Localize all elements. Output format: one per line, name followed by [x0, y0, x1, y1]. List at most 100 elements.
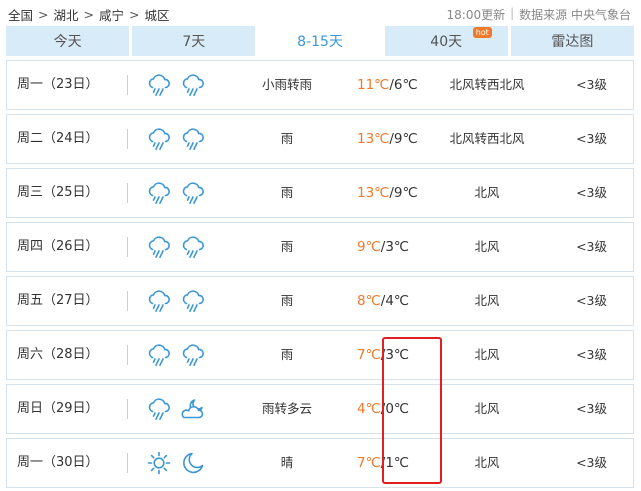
- moon-icon: [180, 450, 206, 480]
- forecast-row: 周三（25日） 雨 13℃/9℃ 北风 <3级: [6, 168, 634, 218]
- tab-40-days[interactable]: 40天 hot: [384, 26, 508, 56]
- data-source: 数据来源 中央气象台: [519, 8, 631, 22]
- breadcrumb-city[interactable]: 咸宁: [99, 5, 124, 24]
- update-info: 18:00更新 | 数据来源 中央气象台: [446, 6, 631, 22]
- forecast-row: 周四（26日） 雨 9℃/3℃ 北风 <3级: [6, 222, 634, 272]
- rain-cloud-icon: [180, 342, 206, 372]
- breadcrumb-country[interactable]: 全国: [8, 5, 33, 24]
- weather-icons: [146, 72, 206, 102]
- forecast-day: 周五（27日）: [17, 293, 99, 308]
- wind-direction: 北风: [474, 293, 500, 308]
- wind-level: <3级: [576, 455, 607, 470]
- rain-cloud-icon: [146, 342, 172, 372]
- high-temp: 7℃: [357, 347, 381, 363]
- wind-level: <3级: [576, 293, 607, 308]
- forecast-row: 周一（30日）晴 7℃/1℃ 北风 <3级: [6, 438, 634, 488]
- rain-cloud-icon: [146, 126, 172, 156]
- weather-icons: [146, 234, 206, 264]
- rain-cloud-icon: [146, 396, 172, 426]
- weather-description: 雨: [280, 293, 294, 308]
- weather-icons: [146, 180, 206, 210]
- breadcrumb-separator: >: [38, 7, 49, 22]
- forecast-day: 周二（24日）: [17, 131, 99, 146]
- weather-icons: [146, 396, 206, 426]
- rain-cloud-icon: [180, 126, 206, 156]
- tab-today[interactable]: 今天: [6, 26, 130, 56]
- wind-direction: 北风: [474, 239, 500, 254]
- temperature: 13℃/9℃: [357, 185, 418, 201]
- row-divider: [127, 183, 128, 203]
- wind-direction: 北风: [474, 347, 500, 362]
- moon-cloud-icon: [180, 396, 206, 426]
- breadcrumb-district: 城区: [144, 8, 170, 23]
- weather-description: 雨: [280, 131, 294, 146]
- forecast-row: 周五（27日） 雨 8℃/4℃ 北风 <3级: [6, 276, 634, 326]
- weather-description: 雨: [280, 239, 294, 254]
- breadcrumb-separator: >: [129, 7, 140, 22]
- row-divider: [127, 453, 128, 473]
- rain-cloud-icon: [180, 180, 206, 210]
- low-temp: 4℃: [385, 293, 410, 309]
- wind-direction: 北风: [474, 401, 500, 416]
- forecast-day: 周三（25日）: [17, 185, 99, 200]
- wind-level: <3级: [576, 347, 607, 362]
- forecast-day: 周四（26日）: [17, 239, 99, 254]
- row-divider: [127, 399, 128, 419]
- weather-description: 雨: [280, 185, 294, 200]
- wind-direction: 北风: [474, 455, 500, 470]
- low-temp: 3℃: [385, 239, 410, 255]
- row-divider: [127, 291, 128, 311]
- row-divider: [127, 345, 128, 365]
- wind-direction: 北风转西北风: [449, 131, 525, 146]
- weather-icons: [146, 288, 206, 318]
- rain-cloud-icon: [146, 234, 172, 264]
- update-time: 18:00更新: [446, 8, 506, 22]
- breadcrumb: 全国 > 湖北 > 咸宁 > 城区: [8, 5, 170, 24]
- wind-level: <3级: [576, 185, 607, 200]
- forecast-day: 周日（29日）: [17, 401, 99, 416]
- hot-badge: hot: [472, 27, 492, 38]
- high-temp: 4℃: [357, 401, 381, 417]
- forecast-row: 周二（24日） 雨 13℃/9℃ 北风转西北风 <3级: [6, 114, 634, 164]
- top-bar: 全国 > 湖北 > 咸宁 > 城区 18:00更新 | 数据来源 中央气象台: [0, 0, 641, 26]
- rain-cloud-icon: [146, 72, 172, 102]
- wind-level: <3级: [576, 239, 607, 254]
- forecast-row: 周一（23日） 小雨转雨 11℃/6℃ 北风转西北风 <3级: [6, 60, 634, 110]
- high-temp: 11℃: [357, 77, 390, 93]
- breadcrumb-province[interactable]: 湖北: [54, 5, 79, 24]
- tab-8-15-days[interactable]: 8-15天: [258, 26, 382, 56]
- tab-radar[interactable]: 雷达图: [510, 26, 635, 56]
- forecast-row: 周日（29日） 雨转多云 4℃/0℃ 北风 <3级: [6, 384, 634, 434]
- rain-cloud-icon: [146, 288, 172, 318]
- high-temp: 7℃: [357, 455, 381, 471]
- row-divider: [127, 75, 128, 95]
- wind-level: <3级: [576, 131, 607, 146]
- breadcrumb-separator: >: [83, 7, 94, 22]
- forecast-tabs: 今天 7天 8-15天 40天 hot 雷达图: [6, 26, 635, 56]
- weather-description: 雨转多云: [261, 401, 312, 416]
- rain-cloud-icon: [180, 234, 206, 264]
- low-temp: 6℃: [393, 77, 418, 93]
- forecast-day: 周一（23日）: [17, 77, 99, 92]
- temperature: 11℃/6℃: [357, 77, 418, 93]
- sun-icon: [146, 450, 172, 480]
- temperature: 13℃/9℃: [357, 131, 418, 147]
- high-temp: 13℃: [357, 131, 390, 147]
- high-temp: 9℃: [357, 239, 381, 255]
- weather-description: 晴: [280, 455, 294, 470]
- wind-level: <3级: [576, 77, 607, 92]
- tab-7-days[interactable]: 7天: [132, 26, 256, 56]
- low-temp: 9℃: [393, 185, 418, 201]
- rain-cloud-icon: [180, 72, 206, 102]
- temperature: 8℃/4℃: [357, 293, 410, 309]
- low-temp: 9℃: [393, 131, 418, 147]
- weather-icons: [146, 126, 206, 156]
- weather-description: 雨: [280, 347, 294, 362]
- row-divider: [127, 237, 128, 257]
- rain-cloud-icon: [146, 180, 172, 210]
- wind-direction: 北风: [474, 185, 500, 200]
- weather-icons: [146, 342, 206, 372]
- high-temp: 8℃: [357, 293, 381, 309]
- temperature: 9℃/3℃: [357, 239, 410, 255]
- wind-direction: 北风转西北风: [449, 77, 525, 92]
